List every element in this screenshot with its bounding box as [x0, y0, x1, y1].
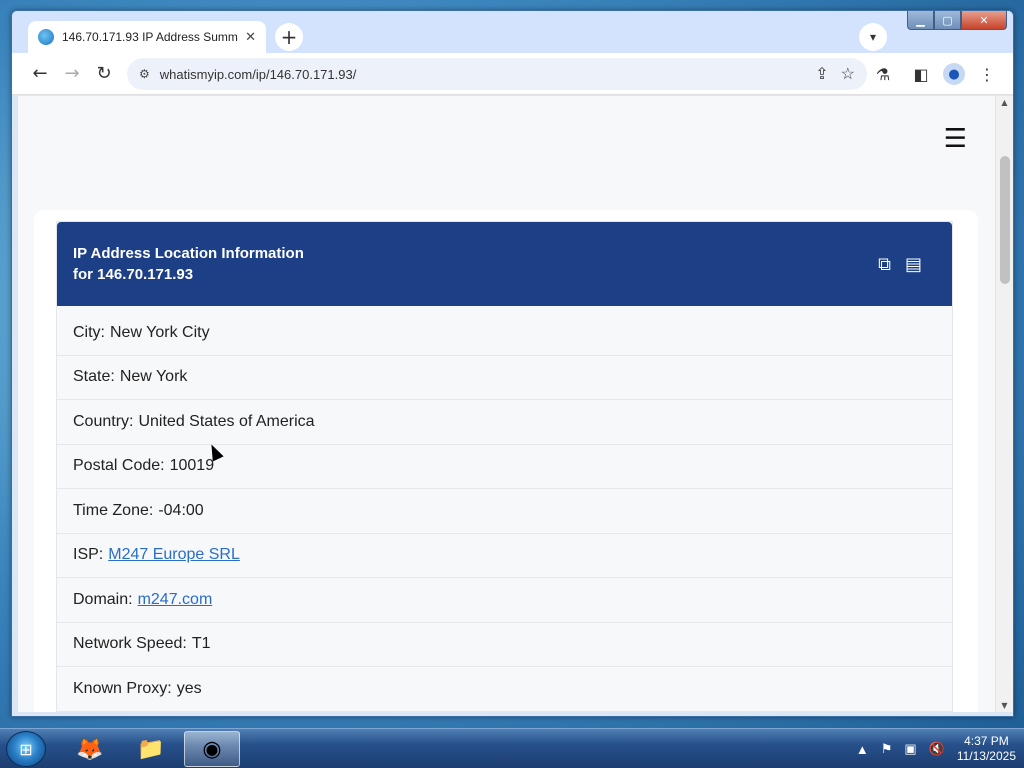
close-tab-icon[interactable]: ✕ [245, 30, 256, 45]
chrome-taskbar-icon[interactable]: ◉ [184, 731, 240, 767]
scroll-up-icon[interactable]: ▲ [996, 98, 1013, 107]
scroll-down-icon[interactable]: ▼ [996, 701, 1013, 710]
row-isp: ISP: M247 Europe SRL [57, 534, 952, 578]
row-time-zone: Time Zone: -04:00 [57, 489, 952, 534]
system-tray: ▲ ⚑ ▣ 🔇 4:37 PM 11/13/2025 [856, 729, 1016, 768]
minimize-button[interactable]: ▁ [907, 11, 934, 30]
share-icon[interactable]: ⇪ [815, 64, 828, 84]
clock-date: 11/13/2025 [956, 749, 1016, 763]
url-text: whatismyip.com/ip/146.70.171.93/ [159, 66, 357, 82]
row-label: Country: [73, 412, 134, 430]
row-label: State: [73, 368, 115, 386]
row-value: New York [119, 368, 188, 386]
row-known-proxy: Known Proxy: yes [57, 667, 952, 712]
clock[interactable]: 4:37 PM 11/13/2025 [957, 734, 1016, 764]
menu-kebab-icon[interactable]: ⋮ [971, 58, 1003, 90]
action-center-icon[interactable]: ⚑ [881, 741, 893, 757]
taskbar-app-icon[interactable]: 🦊 [62, 731, 118, 767]
clock-time: 4:37 PM [964, 734, 1009, 748]
row-city: City: New York City [57, 311, 952, 356]
row-label: Network Speed: [73, 635, 187, 653]
copy-icon[interactable]: ⧉ [878, 254, 891, 275]
domain-link[interactable]: m247.com [138, 591, 213, 609]
ip-info-card: IP Address Location Information for 146.… [56, 221, 953, 712]
card-title-line1: IP Address Location Information [73, 245, 304, 262]
row-label: Known Proxy: [73, 679, 172, 697]
row-label: City: [73, 323, 105, 341]
card-title: IP Address Location Information for 146.… [73, 243, 304, 285]
forward-button[interactable]: → [56, 58, 88, 90]
window-controls: ▁ ▢ ✕ [907, 11, 1007, 31]
card-title-line2: for 146.70.171.93 [73, 266, 194, 283]
back-button[interactable]: ← [24, 58, 56, 90]
maximize-button[interactable]: ▢ [934, 11, 961, 30]
row-value: 10019 [169, 457, 215, 475]
tab-search-button[interactable]: ▾ [859, 23, 887, 51]
row-postal-code: Postal Code: 10019 [57, 445, 952, 489]
row-network-speed: Network Speed: T1 [57, 623, 952, 667]
close-window-button[interactable]: ✕ [961, 11, 1007, 30]
info-rows: City: New York City State: New York Coun… [57, 311, 952, 712]
page-scrollbar[interactable]: ▲ ▼ [996, 96, 1013, 712]
row-value: United States of America [138, 412, 315, 430]
site-info-icon[interactable]: ⚙ [139, 67, 150, 81]
new-tab-button[interactable]: + [275, 23, 303, 51]
volume-muted-icon[interactable]: 🔇 [929, 741, 945, 757]
tab-title: 146.70.171.93 IP Address Summ [62, 30, 238, 44]
row-label: Postal Code: [73, 457, 165, 475]
row-country: Country: United States of America [57, 400, 952, 445]
hamburger-menu-icon[interactable]: ☰ [944, 126, 967, 152]
file-explorer-icon[interactable]: 📁 [123, 731, 179, 767]
tab-ip-summary[interactable]: 146.70.171.93 IP Address Summ ✕ [28, 21, 266, 53]
row-value: New York City [110, 323, 210, 341]
bookmark-star-icon[interactable]: ☆ [841, 64, 855, 84]
print-icon[interactable]: ▤ [905, 254, 922, 275]
browser-window: 146.70.171.93 IP Address Summ ✕ + ▾ ▁ ▢ … [11, 10, 1014, 717]
network-icon[interactable]: ▣ [904, 741, 916, 757]
show-hidden-icons-icon[interactable]: ▲ [856, 742, 869, 757]
tab-strip: 146.70.171.93 IP Address Summ ✕ + ▾ ▁ ▢ … [12, 11, 1013, 53]
isp-link[interactable]: M247 Europe SRL [108, 546, 240, 564]
row-label: Domain: [73, 590, 133, 608]
globe-icon [38, 29, 54, 45]
reload-button[interactable]: ↻ [88, 58, 120, 90]
taskbar: ⊞ 🦊 📁 ◉ ▲ ⚑ ▣ 🔇 4:37 PM 11/13/2025 [0, 728, 1024, 768]
row-value: -04:00 [158, 501, 204, 519]
row-label: Time Zone: [73, 501, 154, 519]
browser-toolbar: ← → ↻ ⚙ whatismyip.com/ip/146.70.171.93/… [12, 53, 1013, 95]
row-label: ISP: [73, 546, 104, 564]
start-button[interactable]: ⊞ [6, 731, 46, 767]
profile-avatar-icon[interactable]: ● [943, 63, 965, 85]
web-page: ☰ IP Address Location Information for 14… [18, 96, 995, 712]
row-value: T1 [191, 635, 211, 653]
side-panel-icon[interactable]: ◧ [905, 58, 937, 90]
row-value: yes [176, 679, 202, 697]
address-bar[interactable]: ⚙ whatismyip.com/ip/146.70.171.93/ ⇪ ☆ [127, 58, 867, 90]
row-domain: Domain: m247.com [57, 578, 952, 623]
labs-flask-icon[interactable]: ⚗ [867, 58, 899, 90]
card-header: IP Address Location Information for 146.… [57, 222, 952, 306]
scrollbar-thumb[interactable] [1000, 156, 1010, 284]
row-state: State: New York [57, 356, 952, 400]
